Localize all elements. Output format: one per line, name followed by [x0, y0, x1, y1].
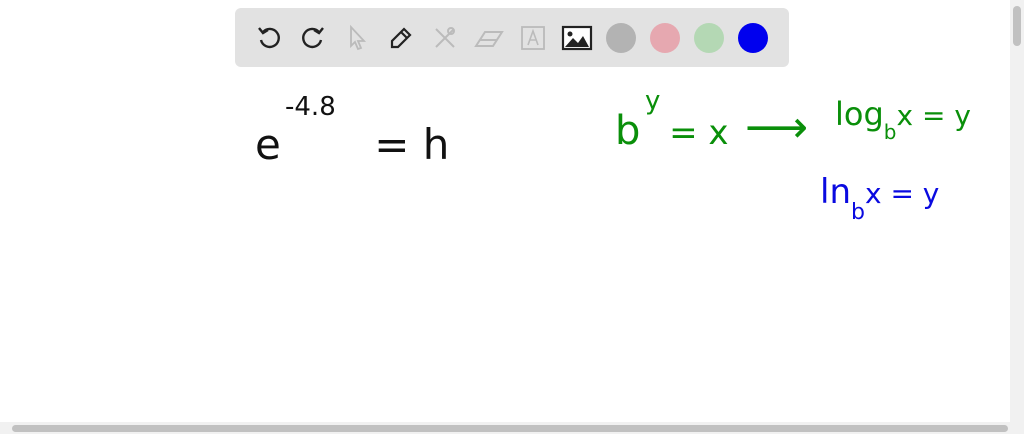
eq2-rest: = x: [669, 113, 729, 153]
eq2-base: b: [615, 108, 641, 154]
eq4-pre: ln: [820, 172, 851, 212]
image-icon[interactable]: [555, 18, 599, 58]
horizontal-scrollbar[interactable]: [0, 422, 1024, 434]
eq2-exponent: y: [645, 86, 661, 116]
equation-ln: lnbx = y: [820, 172, 940, 225]
equation-e-h: e -4.8 = h: [255, 92, 450, 169]
vertical-scrollbar[interactable]: [1010, 0, 1024, 422]
eq4-subscript: b: [851, 200, 865, 225]
vertical-scroll-thumb[interactable]: [1013, 6, 1021, 46]
eq4-rest: x = y: [864, 177, 940, 210]
arrow: ⟶: [745, 102, 809, 153]
equation-b-y-x: b y = x: [615, 86, 729, 154]
eq3-pre: log: [835, 95, 884, 133]
horizontal-scroll-thumb[interactable]: [12, 425, 1008, 432]
redo-icon[interactable]: [291, 18, 335, 58]
color-blue[interactable]: [738, 22, 768, 53]
equation-log: logbx = y: [835, 95, 971, 144]
tools-icon[interactable]: [423, 18, 467, 58]
eq1-base: e: [255, 120, 281, 169]
select-icon[interactable]: [335, 18, 379, 58]
eq1-rest: = h: [374, 120, 450, 169]
eq3-subscript: b: [883, 120, 897, 144]
eq3-rest: x = y: [896, 99, 971, 132]
color-gray[interactable]: [606, 22, 636, 53]
color-pink[interactable]: [650, 22, 680, 53]
toolbar: [235, 8, 789, 67]
color-green[interactable]: [694, 22, 724, 53]
pen-icon[interactable]: [379, 18, 423, 58]
text-icon[interactable]: [511, 18, 555, 58]
undo-icon[interactable]: [247, 18, 291, 58]
eraser-icon[interactable]: [467, 18, 511, 58]
eq1-exponent: -4.8: [285, 92, 336, 122]
